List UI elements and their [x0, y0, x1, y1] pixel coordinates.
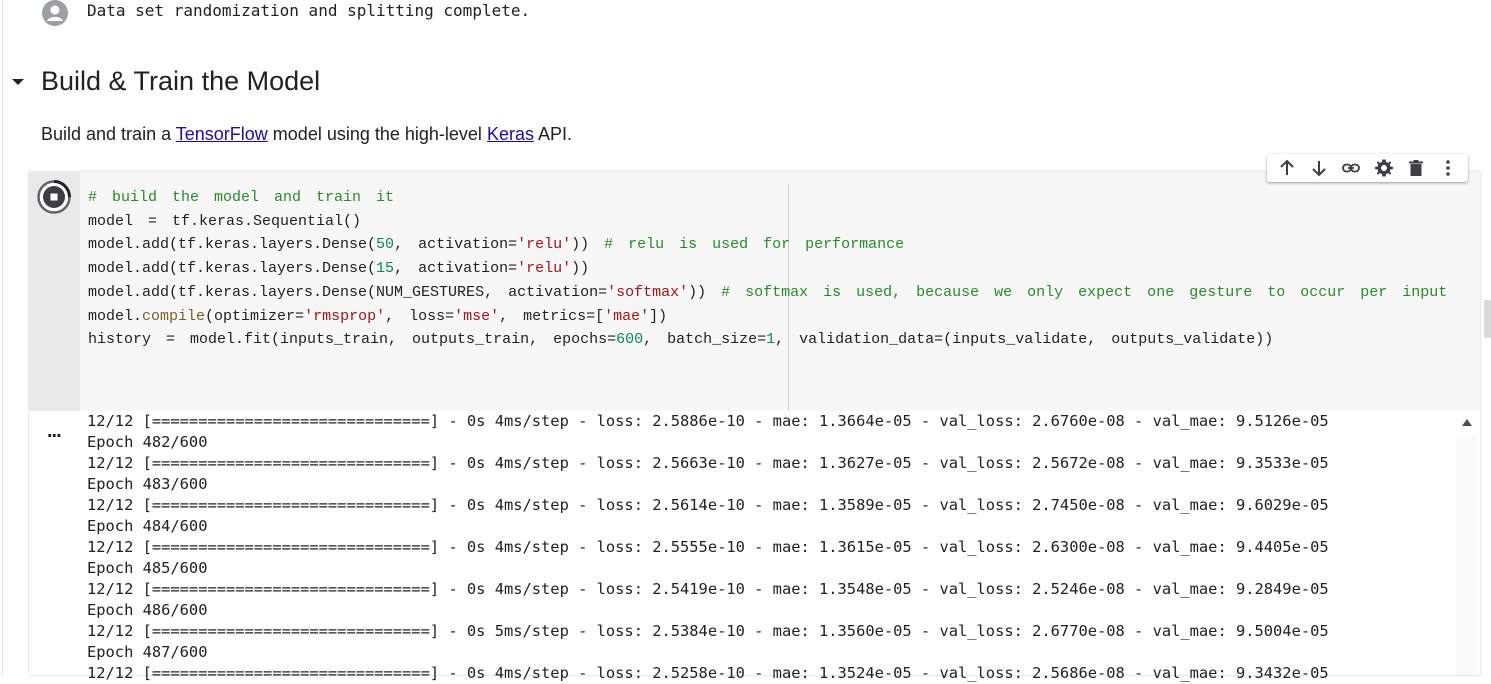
gear-icon	[1374, 159, 1393, 177]
log-line: 12/12 [==============================] -…	[87, 454, 1329, 472]
code-token: history = model.fit(inputs_train, output…	[88, 331, 617, 349]
code-token: , validation_data=(inputs_validate, outp…	[775, 331, 1274, 349]
description-prefix: Build and train a	[41, 124, 176, 144]
code-line[interactable]: model.add(tf.keras.layers.Dense(NUM_GEST…	[88, 281, 1447, 305]
cell-settings-button[interactable]	[1372, 156, 1396, 180]
code-token: (optimizer=	[205, 307, 305, 325]
log-line: Epoch 484/600	[87, 517, 208, 535]
code-token: model.add(tf.keras.layers.Dense(	[88, 236, 377, 254]
code-line[interactable]: model = tf.keras.Sequential()	[88, 210, 1447, 234]
code-token: ))	[571, 236, 605, 254]
previous-cell-output: Data set randomization and splitting com…	[40, 0, 940, 26]
section-description: Build and train a TensorFlow model using…	[41, 122, 572, 146]
output-scrollbar[interactable]	[1454, 411, 1480, 675]
code-cell: # build the model and train it model = tf…	[29, 172, 1480, 682]
log-line: Epoch 487/600	[87, 643, 208, 661]
log-line: 12/12 [==============================] -…	[87, 664, 1329, 682]
code-token: , metrics=[	[499, 307, 605, 325]
output-actions-button[interactable]: ...	[47, 421, 62, 441]
page-left-rule	[2, 0, 3, 675]
move-cell-down-button[interactable]	[1307, 156, 1331, 180]
code-line[interactable]: model.compile(optimizer='rmsprop', loss=…	[88, 305, 1447, 329]
previous-output-text: Data set randomization and splitting com…	[87, 1, 531, 20]
section-title: Build & Train the Model	[41, 66, 321, 96]
code-token: , batch_size=	[643, 331, 767, 349]
log-line: Epoch 482/600	[87, 433, 208, 451]
code-line[interactable]: history = model.fit(inputs_train, output…	[88, 328, 1447, 352]
trash-icon	[1408, 160, 1423, 176]
cell-gutter	[29, 172, 80, 411]
avatar-icon	[42, 0, 68, 26]
code-token: , loss=	[385, 307, 455, 325]
stop-execution-button[interactable]	[37, 180, 71, 214]
code-token: 50	[376, 236, 395, 254]
log-line: 12/12 [==============================] -…	[87, 622, 1329, 640]
code-token: 15	[376, 260, 395, 278]
description-suffix: API.	[533, 124, 572, 144]
log-line: 12/12 [==============================] -…	[87, 580, 1329, 598]
code-token: model.add(tf.keras.layers.Dense(	[88, 260, 377, 278]
code-editor[interactable]: # build the model and train it model = tf…	[80, 172, 1480, 411]
keras-link[interactable]: Keras	[487, 124, 534, 144]
code-line[interactable]: model.add(tf.keras.layers.Dense(15, acti…	[88, 257, 1447, 281]
code-token: model.add(tf.keras.layers.Dense(NUM_GEST…	[88, 283, 608, 301]
log-line: Epoch 483/600	[87, 475, 208, 493]
code-token: , activation=	[394, 236, 518, 254]
code-token: 600	[616, 331, 644, 349]
code-token: 'mae'	[604, 307, 650, 325]
move-cell-up-button[interactable]	[1275, 156, 1299, 180]
code-token: , activation=	[394, 260, 518, 278]
move-down-icon	[1312, 161, 1326, 177]
cell-toolbar	[1267, 154, 1468, 182]
code-token: model.	[88, 307, 143, 325]
collapse-section-icon[interactable]	[8, 72, 28, 92]
stop-icon	[50, 193, 58, 201]
training-log: 12/12 [==============================] -…	[87, 411, 1329, 684]
log-line: 12/12 [==============================] -…	[87, 538, 1329, 556]
more-vert-icon	[1446, 160, 1450, 176]
tensorflow-link[interactable]: TensorFlow	[176, 124, 268, 144]
code-token: 'rmsprop'	[304, 307, 386, 325]
move-up-icon	[1280, 159, 1294, 175]
scrollbar-track[interactable]	[1456, 437, 1478, 675]
code-token: 1	[766, 331, 776, 349]
code-token: # softmax is used, because we only expec…	[721, 283, 1448, 301]
code-token: 'relu'	[517, 260, 572, 278]
scroll-up-icon[interactable]	[1462, 419, 1472, 426]
code-token: model = tf.keras.Sequential()	[88, 212, 362, 230]
page-scrollbar-thumb[interactable]	[1484, 300, 1491, 338]
code-token: ])	[649, 307, 668, 325]
code-token: ))	[688, 283, 722, 301]
code-line[interactable]: # build the model and train it	[88, 186, 1447, 210]
code-token: 'relu'	[517, 236, 572, 254]
code-token: # build the model and train it	[88, 189, 395, 206]
code-line[interactable]: model.add(tf.keras.layers.Dense(50, acti…	[88, 233, 1447, 257]
link-icon	[1342, 163, 1361, 173]
code-token: compile	[142, 307, 206, 325]
more-actions-button[interactable]	[1436, 156, 1460, 180]
log-line: Epoch 485/600	[87, 559, 208, 577]
code-token: 'mse'	[454, 307, 500, 325]
code-content[interactable]: # build the model and train it model = tf…	[88, 186, 1447, 352]
copy-link-button[interactable]	[1339, 156, 1363, 180]
code-token: ))	[571, 260, 590, 278]
code-token: 'softmax'	[607, 283, 689, 301]
delete-cell-button[interactable]	[1404, 156, 1428, 180]
log-line: Epoch 486/600	[87, 601, 208, 619]
code-token: # relu is used for performance	[604, 236, 905, 254]
description-middle: model using the high-level	[267, 124, 487, 144]
log-line: 12/12 [==============================] -…	[87, 412, 1329, 430]
log-line: 12/12 [==============================] -…	[87, 496, 1329, 514]
cell-output: ... 12/12 [=============================…	[29, 411, 1480, 682]
